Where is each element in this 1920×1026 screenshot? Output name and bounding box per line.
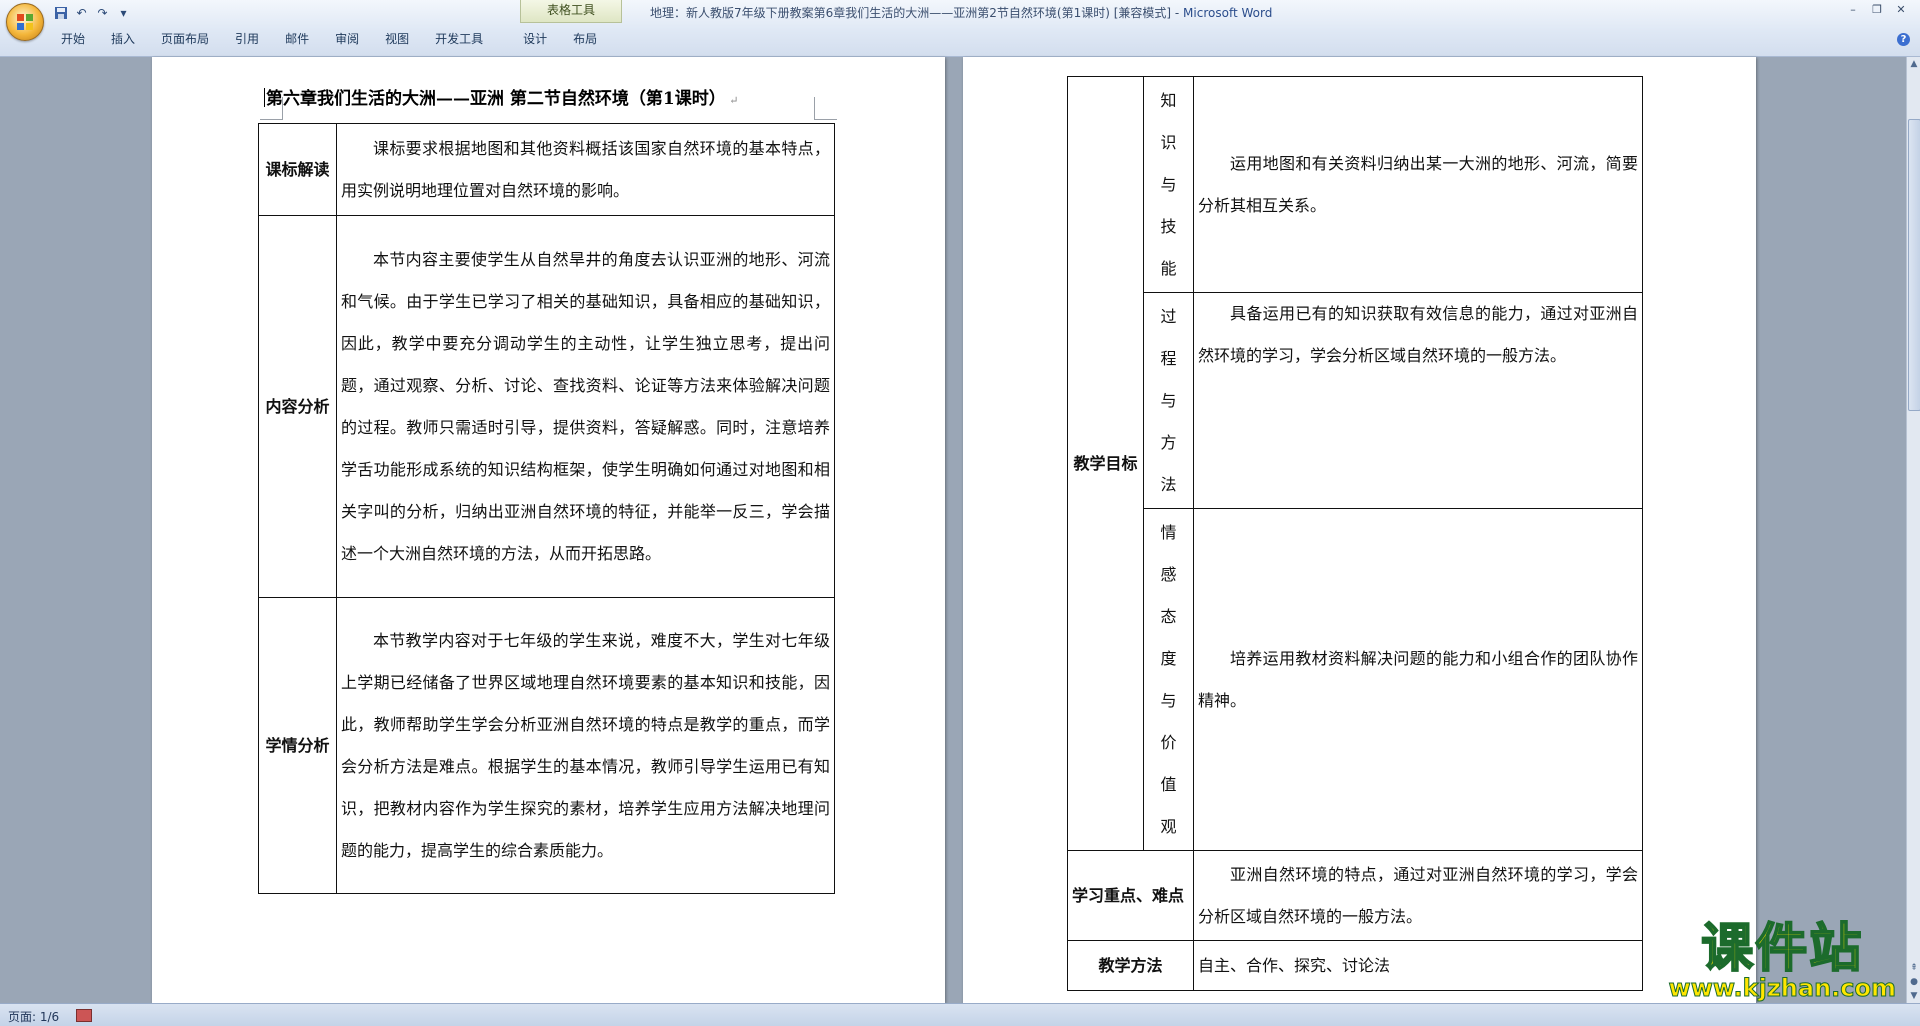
table-body-cell[interactable]: 亚洲自然环境的特点，通过对亚洲自然环境的学习，学会分析区域自然环境的一般方法。 (1193, 850, 1643, 941)
quick-access-toolbar: ↶ ↷ ▾ (52, 4, 132, 22)
table-header-cell[interactable]: 内容分析 (258, 215, 337, 598)
table-header-cell[interactable]: 教学目标 (1067, 76, 1144, 851)
goal-label-char: 识 (1160, 132, 1177, 152)
table-body-cell[interactable]: 自主、合作、探究、讨论法 (1193, 940, 1643, 991)
lesson-info-table[interactable]: 课标解读 课标要求根据地图和其他资料概括该国家自然环境的基本特点，用实例说明地理… (258, 123, 835, 894)
tab-developer[interactable]: 开发工具 (422, 28, 496, 50)
undo-icon[interactable]: ↶ (73, 5, 90, 22)
ribbon-tabs: 开始 插入 页面布局 引用 邮件 审阅 视图 开发工具 设计 布局 (48, 28, 610, 50)
goal-label-char: 观 (1160, 816, 1177, 836)
goal-label-char: 过 (1160, 306, 1177, 326)
office-button[interactable] (6, 3, 44, 41)
goal-label-cell[interactable]: 知识与技能 (1143, 76, 1194, 293)
table-row: 过程与方法 具备运用已有的知识获取有效信息的能力，通过对亚洲自然环境的学习，学会… (1068, 292, 1643, 509)
minimize-icon[interactable]: – (1842, 2, 1864, 18)
goal-label-char: 与 (1160, 690, 1177, 710)
tab-view[interactable]: 视图 (372, 28, 422, 50)
goal-label: 过程与方法 (1148, 296, 1189, 506)
table-header-cell[interactable]: 课标解读 (258, 123, 337, 216)
scrollbar-thumb[interactable] (1908, 119, 1920, 411)
office-logo-icon (17, 14, 33, 30)
goal-label-char: 能 (1160, 258, 1177, 278)
table-row: 学习重点、难点 亚洲自然环境的特点，通过对亚洲自然环境的学习，学会分析区域自然环… (1067, 850, 1643, 941)
goal-label-char: 知 (1160, 90, 1177, 110)
redo-icon[interactable]: ↷ (94, 5, 111, 22)
goal-label-cell[interactable]: 过程与方法 (1143, 292, 1194, 509)
app-name: Microsoft Word (1183, 6, 1273, 20)
lesson-goals-table[interactable]: 教学目标 知识与技能 运用地图和有关资料归纳出某一大洲的地形、河流，简要分析其相… (1067, 76, 1643, 991)
proofing-status-icon[interactable] (76, 1009, 92, 1022)
table-row: 教学方法 自主、合作、探究、讨论法 (1067, 940, 1643, 991)
close-icon[interactable]: ✕ (1890, 2, 1912, 18)
document-page-1[interactable]: 第六章我们生活的大洲——亚洲 第二节自然环境（第1课时） ↵ 课标解读 课标要求… (152, 57, 945, 1003)
table-row: 内容分析 本节内容主要使学生从自然旱井的角度去认识亚洲的地形、河流和气候。由于学… (258, 215, 835, 598)
save-icon[interactable] (52, 5, 69, 22)
tab-page-layout[interactable]: 页面布局 (148, 28, 222, 50)
table-body-cell[interactable]: 本节内容主要使学生从自然旱井的角度去认识亚洲的地形、河流和气候。由于学生已学习了… (336, 215, 835, 598)
tab-table-design[interactable]: 设计 (510, 28, 560, 50)
scroll-down-icon[interactable]: ▼ (1907, 989, 1920, 1003)
table-row: 课标解读 课标要求根据地图和其他资料概括该国家自然环境的基本特点，用实例说明地理… (258, 123, 835, 216)
tab-table-layout[interactable]: 布局 (560, 28, 610, 50)
document-heading[interactable]: 第六章我们生活的大洲——亚洲 第二节自然环境（第1课时） ↵ (264, 84, 738, 109)
text-cursor (264, 88, 265, 107)
goal-label-char: 值 (1160, 774, 1177, 794)
table-header-cell[interactable]: 学习重点、难点 (1067, 850, 1194, 941)
goal-label-char: 度 (1160, 648, 1177, 668)
vertical-scrollbar[interactable]: ▲ ⇞ ● ▼ (1906, 57, 1920, 1003)
document-title: 地理：新人教版7年级下册教案第6章我们生活的大洲——亚洲第2节自然环境(第1课时… (650, 6, 1184, 20)
restore-icon[interactable]: ❐ (1866, 2, 1888, 18)
document-workspace: 第六章我们生活的大洲——亚洲 第二节自然环境（第1课时） ↵ 课标解读 课标要求… (0, 57, 1906, 1003)
goal-label-cell[interactable]: 情感态度与价值观 (1143, 508, 1194, 851)
watermark-url: www.kjzhan.com (1668, 974, 1896, 1002)
window-title: 地理：新人教版7年级下册教案第6章我们生活的大洲——亚洲第2节自然环境(第1课时… (650, 4, 1272, 21)
goal-label-char: 感 (1160, 564, 1177, 584)
goal-label: 知识与技能 (1148, 80, 1189, 290)
goal-label-char: 价 (1160, 732, 1177, 752)
table-body-cell[interactable]: 本节教学内容对于七年级的学生来说，难度不大，学生对七年级上学期已经储备了世界区域… (336, 597, 835, 894)
table-body-cell[interactable]: 课标要求根据地图和其他资料概括该国家自然环境的基本特点，用实例说明地理位置对自然… (336, 123, 835, 216)
goal-label-char: 与 (1160, 390, 1177, 410)
previous-page-icon[interactable]: ⇞ (1907, 961, 1920, 975)
watermark-title: 课件站 (1700, 919, 1864, 979)
table-header-cell[interactable]: 学情分析 (258, 597, 337, 894)
table-tools-context-label: 表格工具 (520, 0, 622, 23)
goal-text-cell[interactable]: 培养运用教材资料解决问题的能力和小组合作的团队协作精神。 (1193, 508, 1643, 851)
tab-review[interactable]: 审阅 (322, 28, 372, 50)
window-controls: – ❐ ✕ (1842, 2, 1912, 18)
table-header-cell[interactable]: 教学方法 (1067, 940, 1194, 991)
heading-text: 第六章我们生活的大洲——亚洲 第二节自然环境（第1课时） (266, 89, 726, 109)
table-row: 情感态度与价值观 培养运用教材资料解决问题的能力和小组合作的团队协作精神。 (1068, 508, 1643, 851)
goal-label-char: 程 (1160, 348, 1177, 368)
browse-object-icon[interactable]: ● (1907, 975, 1920, 989)
table-row: 学情分析 本节教学内容对于七年级的学生来说，难度不大，学生对七年级上学期已经储备… (258, 597, 835, 894)
goal-label-char: 态 (1160, 606, 1177, 626)
tab-home[interactable]: 开始 (48, 28, 98, 50)
document-page-2[interactable]: 教学目标 知识与技能 运用地图和有关资料归纳出某一大洲的地形、河流，简要分析其相… (963, 57, 1756, 1003)
tab-insert[interactable]: 插入 (98, 28, 148, 50)
scroll-up-icon[interactable]: ▲ (1907, 57, 1920, 71)
goal-text-cell[interactable]: 具备运用已有的知识获取有效信息的能力，通过对亚洲自然环境的学习，学会分析区域自然… (1193, 292, 1643, 509)
title-bar: ↶ ↷ ▾ 表格工具 地理：新人教版7年级下册教案第6章我们生活的大洲——亚洲第… (0, 0, 1920, 57)
goal-label-char: 方 (1160, 432, 1177, 452)
goal-label: 情感态度与价值观 (1148, 512, 1189, 848)
tab-mailings[interactable]: 邮件 (272, 28, 322, 50)
goal-label-char: 法 (1160, 474, 1177, 494)
goal-label-char: 情 (1160, 522, 1177, 542)
dropdown-icon[interactable]: ▾ (115, 5, 132, 22)
watermark-logo: 课件站 www.kjzhan.com (1668, 919, 1896, 1002)
goal-text-cell[interactable]: 运用地图和有关资料归纳出某一大洲的地形、河流，简要分析其相互关系。 (1193, 76, 1643, 293)
help-icon[interactable]: ? (1897, 33, 1910, 46)
table-row: 教学目标 知识与技能 运用地图和有关资料归纳出某一大洲的地形、河流，简要分析其相… (1067, 76, 1643, 851)
paragraph-mark: ↵ (725, 94, 739, 107)
margin-corner-mark (814, 97, 837, 120)
tab-references[interactable]: 引用 (222, 28, 272, 50)
goal-label-char: 与 (1160, 174, 1177, 194)
goal-label-char: 技 (1160, 216, 1177, 236)
status-bar: 页面: 1/6 (0, 1003, 1920, 1026)
page-indicator[interactable]: 页面: 1/6 (8, 1008, 59, 1025)
